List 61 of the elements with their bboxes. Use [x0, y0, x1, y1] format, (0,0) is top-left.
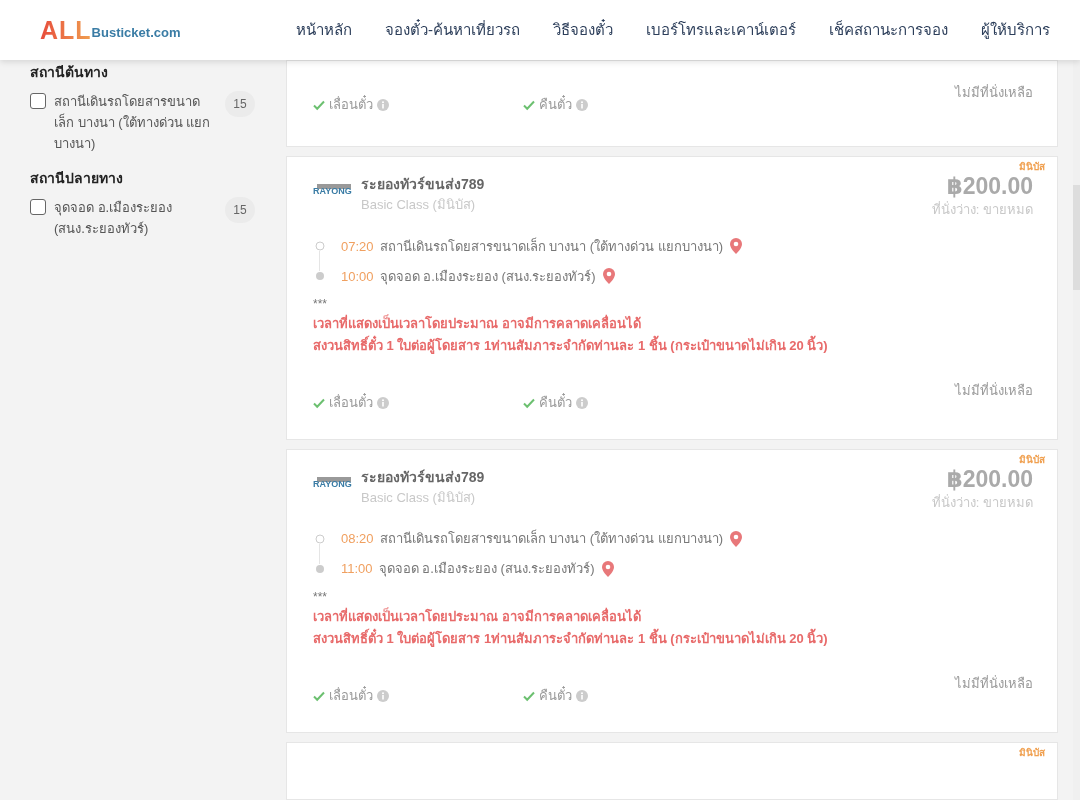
notice-text: สงวนสิทธิ์ตั๋ว 1 ใบต่อผู้โดยสาร 1ท่านสัมภาระจำกัดท่านละ 1 ชิ้น (กระเป๋าขนาดไม่เกิน 20 นิ้ว) — [313, 335, 1033, 358]
availability-text: ไม่มีที่นั่งเหลือ — [955, 381, 1033, 401]
feature-label: เลื่อนตั๋ว — [329, 393, 373, 413]
price: ฿200.00 — [946, 467, 1033, 493]
info-icon — [576, 689, 588, 702]
price: ฿200.00 — [946, 174, 1033, 200]
operator-logo: RAYONG — [313, 184, 351, 197]
operator-name: ระยองทัวร์ขนส่ง789 — [361, 468, 485, 488]
note-marker: *** — [313, 296, 328, 314]
note-marker: *** — [313, 589, 328, 607]
feature-label: คืนตั๋ว — [539, 393, 572, 413]
stop-name: สถานีเดินรถโดยสารขนาดเล็ก บางนา (ใต้ทางด่วน แยกบางนา) — [379, 236, 724, 256]
nav-link[interactable]: เบอร์โทรและเคาน์เตอร์ — [646, 18, 796, 42]
info-icon — [377, 689, 389, 702]
location-pin-icon — [600, 560, 615, 579]
info-icon — [576, 397, 588, 410]
filter-heading: สถานีต้นทาง — [30, 63, 109, 82]
bus-type-label: มินิบัส — [1019, 160, 1045, 175]
timeline-dot-icon — [315, 271, 325, 282]
filter-option-label[interactable]: จุดจอด อ.เมืองระยอง (สนง.ระยองทัวร์) — [54, 197, 214, 239]
count-badge: 15 — [225, 197, 255, 223]
availability-text: ไม่มีที่นั่งเหลือ — [955, 674, 1033, 694]
notice-text: เวลาที่แสดงเป็นเวลาโดยประมาณ อาจมีการคลาดเคลื่อนได้ — [313, 313, 642, 334]
bus-type-label: มินิบัส — [1019, 746, 1045, 761]
nav-link[interactable]: จองตั๋ว-ค้นหาเที่ยวรถ — [385, 18, 520, 42]
site-logo[interactable]: ALLBusticket.com — [40, 17, 181, 43]
info-icon — [576, 98, 588, 111]
info-icon — [377, 397, 389, 410]
checkbox[interactable] — [30, 93, 46, 109]
nav-link[interactable]: หน้าหลัก — [296, 18, 352, 42]
filter-option-label[interactable]: สถานีเดินรถโดยสารขนาดเล็ก บางนา (ใต้ทางด่วน แยกบางนา) — [54, 91, 214, 154]
feature-label: คืนตั๋ว — [539, 95, 572, 114]
stop-name: สถานีเดินรถโดยสารขนาดเล็ก บางนา (ใต้ทางด่วน แยกบางนา) — [379, 529, 724, 549]
location-pin-icon — [729, 237, 744, 256]
operator-logo: RAYONG — [313, 477, 351, 490]
checkbox[interactable] — [30, 199, 46, 215]
timeline-dot-icon — [315, 534, 325, 545]
departure-time: 07:20 — [341, 237, 374, 256]
info-icon — [377, 98, 389, 111]
nav-link[interactable]: ผู้ให้บริการ — [981, 18, 1050, 42]
location-pin-icon — [601, 267, 616, 286]
notice-text: สงวนสิทธิ์ตั๋ว 1 ใบต่อผู้โดยสาร 1ท่านสัมภาระจำกัดท่านละ 1 ชิ้น (กระเป๋าขนาดไม่เกิน 20 นิ้ว) — [313, 628, 1033, 651]
departure-time: 10:00 — [341, 267, 374, 286]
departure-time: 08:20 — [341, 530, 374, 549]
feature-label: เลื่อนตั๋ว — [329, 686, 373, 706]
feature-label: เลื่อนตั๋ว — [329, 95, 373, 114]
location-pin-icon — [729, 530, 744, 549]
departure-time: 11:00 — [341, 560, 373, 579]
nav-link[interactable]: วิธีจองตั๋ว — [553, 18, 613, 42]
stop-name: จุดจอด อ.เมืองระยอง (สนง.ระยองทัวร์) — [378, 560, 595, 579]
feature-label: คืนตั๋ว — [539, 686, 572, 706]
stop-name: จุดจอด อ.เมืองระยอง (สนง.ระยองทัวร์) — [379, 267, 596, 287]
notice-text: เวลาที่แสดงเป็นเวลาโดยประมาณ อาจมีการคลาดเคลื่อนได้ — [313, 606, 642, 627]
availability-text: ไม่มีที่นั่งเหลือ — [955, 83, 1033, 102]
operator-name: ระยองทัวร์ขนส่ง789 — [361, 175, 485, 195]
timeline-dot-icon — [315, 241, 325, 252]
bus-type-label: มินิบัส — [1019, 453, 1045, 468]
nav-link[interactable]: เช็คสถานะการจอง — [829, 18, 948, 42]
count-badge: 15 — [225, 91, 255, 117]
filter-heading: สถานีปลายทาง — [30, 169, 124, 188]
timeline-dot-icon — [315, 564, 325, 575]
